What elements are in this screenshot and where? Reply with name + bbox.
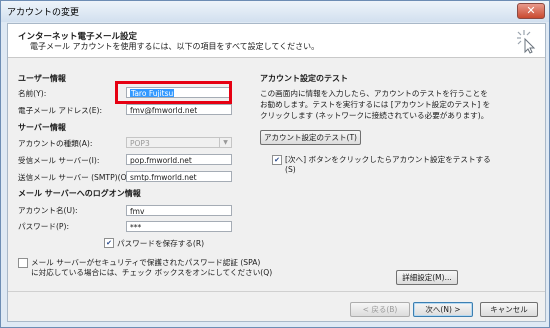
password-field[interactable]: ***: [126, 221, 232, 232]
dialog-header: インターネット電子メール設定 電子メール アカウントを使用するには、以下の項目を…: [8, 24, 545, 58]
account-type-value: POP3: [130, 139, 150, 148]
server-info-heading: サーバー情報: [18, 123, 66, 132]
test-on-next-label-line2: (S): [285, 165, 296, 174]
save-password-label: パスワードを保存する(R): [117, 239, 205, 248]
close-button[interactable]: ✕: [517, 3, 545, 19]
dialog-body: インターネット電子メール設定 電子メール アカウントを使用するには、以下の項目を…: [7, 23, 546, 322]
name-field-highlight: [115, 81, 232, 104]
next-button[interactable]: 次へ(N) >: [413, 302, 473, 317]
window-title: アカウントの変更: [7, 8, 80, 18]
logon-info-heading: メール サーバーへのログオン情報: [18, 189, 141, 198]
account-type-label: アカウントの種類(A):: [18, 139, 93, 148]
test-desc-line1: この画面内に情報を入力したら、アカウントのテストを行うことを: [260, 89, 488, 98]
incoming-server-field[interactable]: pop.fmworld.net: [126, 154, 232, 165]
email-label: 電子メール アドレス(E):: [18, 106, 103, 115]
test-on-next-label-line1: [次へ] ボタンをクリックしたらアカウント設定をテストする: [285, 155, 491, 164]
incoming-server-label: 受信メール サーバー(I):: [18, 156, 100, 165]
spa-checkbox[interactable]: [18, 258, 28, 268]
sparkle-cursor-icon: [517, 30, 536, 54]
outgoing-server-field[interactable]: smtp.fmworld.net: [126, 171, 232, 182]
email-field[interactable]: fmv@fmworld.net: [126, 104, 232, 115]
account-type-select: POP3 ▼: [126, 137, 232, 148]
test-desc-line3: クリックします (ネットワークに接続されている必要があります)。: [260, 111, 489, 120]
test-heading: アカウント設定のテスト: [260, 74, 348, 83]
test-on-next-checkbox[interactable]: ✔: [272, 155, 282, 165]
account-change-window: アカウントの変更 ✕ インターネット電子メール設定 電子メール アカウントを使用…: [0, 0, 550, 328]
outgoing-server-label: 送信メール サーバー (SMTP)(O):: [18, 173, 133, 182]
cancel-button[interactable]: キャンセル: [480, 302, 538, 317]
test-account-button[interactable]: アカウント設定のテスト(T): [260, 130, 361, 145]
name-label: 名前(Y):: [18, 89, 47, 98]
back-button[interactable]: < 戻る(B): [350, 302, 410, 317]
advanced-settings-button[interactable]: 詳細設定(M)...: [396, 270, 458, 285]
chevron-down-icon: ▼: [219, 138, 231, 147]
test-desc-line2: お勧めします。テストを実行するには [アカウント設定のテスト] を: [260, 100, 491, 109]
spa-label-line2: に対応している場合には、チェック ボックスをオンにしてください(Q): [31, 268, 273, 277]
save-password-checkbox[interactable]: ✔: [104, 238, 114, 248]
title-bar: アカウントの変更 ✕: [1, 1, 549, 22]
account-name-field[interactable]: fmv: [126, 205, 232, 216]
password-label: パスワード(P):: [18, 222, 70, 231]
account-name-label: アカウント名(U):: [18, 206, 78, 215]
user-info-heading: ユーザー情報: [18, 74, 66, 83]
header-description: 電子メール アカウントを使用するには、以下の項目をすべて設定してください。: [30, 42, 320, 51]
footer-divider: [8, 291, 545, 292]
